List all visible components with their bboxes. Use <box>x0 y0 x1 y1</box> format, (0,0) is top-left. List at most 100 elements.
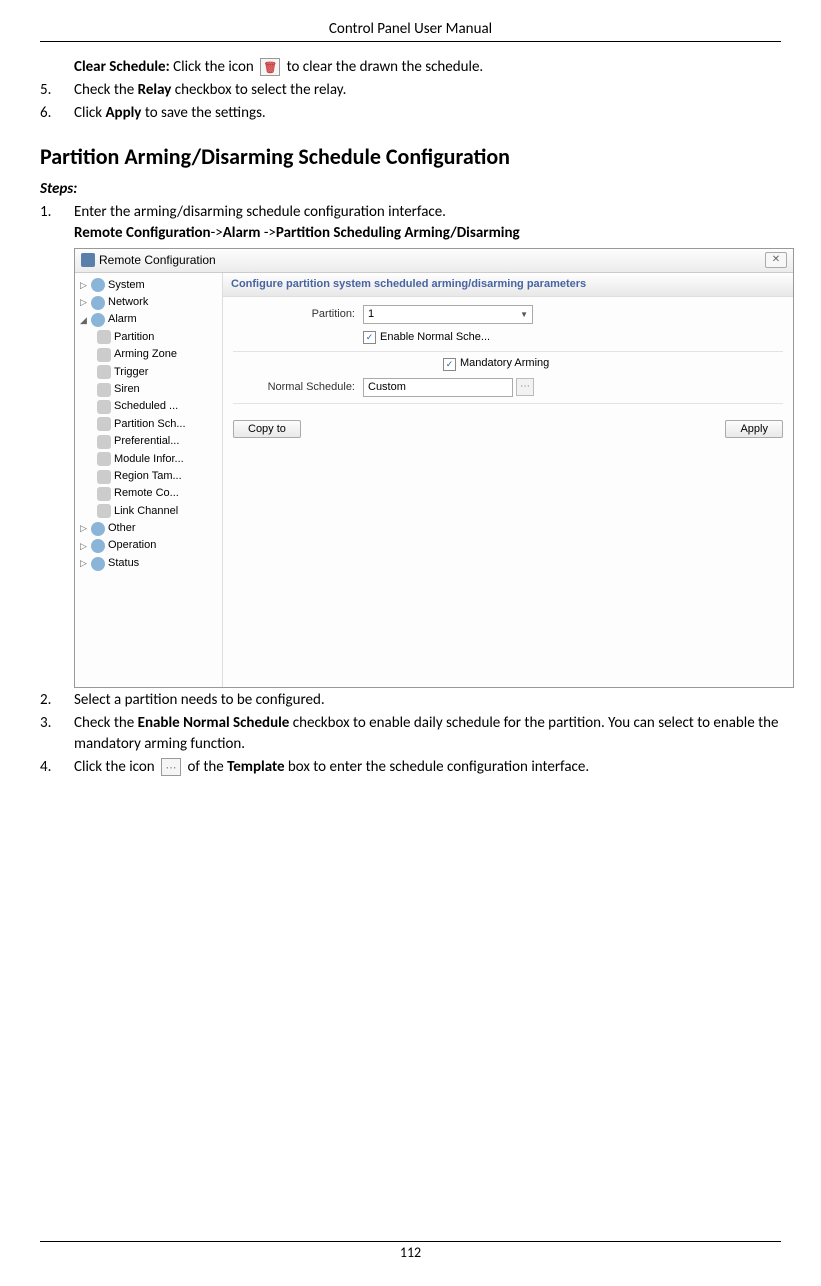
p3-bold: Enable Normal Schedule <box>138 714 290 732</box>
globe-icon <box>91 557 105 571</box>
tree-partition-label: Partition <box>114 330 154 345</box>
p1-sep1: -> <box>211 224 223 242</box>
tree-operation[interactable]: ▷Operation <box>77 537 220 554</box>
p4-b: of the <box>184 758 227 776</box>
p1-bold1: Remote Configuration <box>74 224 211 242</box>
p1-line1: Enter the arming/disarming schedule conf… <box>74 202 781 223</box>
tree-link-channel[interactable]: Link Channel <box>77 503 220 520</box>
checkbox-icon: ✓ <box>443 358 456 371</box>
partition-dropdown[interactable]: 1 ▼ <box>363 305 533 324</box>
p4-a: Click the icon <box>74 758 158 776</box>
tree-module-infor-label: Module Infor... <box>114 452 184 467</box>
p4-bold: Template <box>227 758 284 776</box>
partition-step-1: 1. Enter the arming/disarming schedule c… <box>40 202 781 244</box>
remote-configuration-window: Remote Configuration ✕ ▷System ▷Network … <box>74 248 794 688</box>
tree-operation-label: Operation <box>108 538 156 553</box>
partition-row: Partition: 1 ▼ <box>233 305 783 324</box>
tree-scheduled[interactable]: Scheduled ... <box>77 398 220 415</box>
tree-partition[interactable]: Partition <box>77 329 220 346</box>
p4-num: 4. <box>40 757 74 778</box>
clear-schedule-line: Clear Schedule: Click the icon 🗑 to clea… <box>74 57 781 78</box>
step-5-bold: Relay <box>138 81 172 99</box>
p2-text: Select a partition needs to be configure… <box>74 690 781 711</box>
p1-sep2: -> <box>260 224 275 242</box>
enable-normal-row: ✓ Enable Normal Sche... <box>233 330 783 345</box>
tree-status-label: Status <box>108 556 139 571</box>
normal-schedule-value: Custom <box>368 380 406 395</box>
tree-region-tam[interactable]: Region Tam... <box>77 468 220 485</box>
apply-button[interactable]: Apply <box>725 420 783 438</box>
config-icon: ⋯ <box>161 758 181 776</box>
partition-step-4: 4. Click the icon ⋯ of the Template box … <box>40 757 781 778</box>
mandatory-label: Mandatory Arming <box>460 356 549 371</box>
tree-partition-sch-label: Partition Sch... <box>114 417 186 432</box>
close-button[interactable]: ✕ <box>765 252 787 268</box>
page-header: Control Panel User Manual <box>40 20 781 42</box>
globe-icon <box>91 313 105 327</box>
section-heading: Partition Arming/Disarming Schedule Conf… <box>40 142 781 173</box>
globe-icon <box>91 296 105 310</box>
p3-a: Check the <box>74 714 138 732</box>
enable-normal-checkbox[interactable]: ✓ Enable Normal Sche... <box>363 330 490 345</box>
p1-nav: Remote Configuration->Alarm ->Partition … <box>74 223 781 244</box>
gear-icon <box>97 417 111 431</box>
mandatory-checkbox[interactable]: ✓ Mandatory Arming <box>443 356 549 371</box>
gear-icon <box>97 487 111 501</box>
tree-scheduled-label: Scheduled ... <box>114 399 178 414</box>
tree-network-label: Network <box>108 295 148 310</box>
main-panel: Configure partition system scheduled arm… <box>223 273 793 687</box>
tree-partition-sch[interactable]: Partition Sch... <box>77 416 220 433</box>
trash-icon: 🗑 <box>260 58 280 76</box>
tree-arming-zone-label: Arming Zone <box>114 347 177 362</box>
window-title: Remote Configuration <box>99 252 216 269</box>
gear-icon <box>97 452 111 466</box>
partition-step-3: 3. Check the Enable Normal Schedule chec… <box>40 713 781 755</box>
tree-alarm-label: Alarm <box>108 312 137 327</box>
tree-trigger[interactable]: Trigger <box>77 364 220 381</box>
tree-arming-zone[interactable]: Arming Zone <box>77 346 220 363</box>
partition-step-2: 2. Select a partition needs to be config… <box>40 690 781 711</box>
tree-remote-co-label: Remote Co... <box>114 486 179 501</box>
partition-label: Partition: <box>233 307 363 322</box>
clear-schedule-label: Clear Schedule: <box>74 58 170 76</box>
partition-value: 1 <box>368 307 374 322</box>
p1-num: 1. <box>40 202 74 244</box>
p3-num: 3. <box>40 713 74 755</box>
step-6-b: to save the settings. <box>141 104 265 122</box>
tree-other[interactable]: ▷Other <box>77 520 220 537</box>
step-6-bold: Apply <box>105 104 141 122</box>
tree-network[interactable]: ▷Network <box>77 294 220 311</box>
divider <box>233 403 783 404</box>
clear-text-a: Click the icon <box>170 58 257 76</box>
normal-schedule-dropdown[interactable]: Custom <box>363 378 513 397</box>
tree-siren[interactable]: Siren <box>77 381 220 398</box>
p2-num: 2. <box>40 690 74 711</box>
copy-to-button[interactable]: Copy to <box>233 420 301 438</box>
globe-icon <box>91 522 105 536</box>
tree-system[interactable]: ▷System <box>77 277 220 294</box>
step-5-a: Check the <box>74 81 138 99</box>
page-number: 112 <box>40 1241 781 1261</box>
tree-status[interactable]: ▷Status <box>77 555 220 572</box>
globe-icon <box>91 539 105 553</box>
step-5-num: 5. <box>40 80 74 101</box>
template-config-icon[interactable]: ⋯ <box>516 378 534 396</box>
tree-preferential[interactable]: Preferential... <box>77 433 220 450</box>
tree-alarm[interactable]: ◢Alarm <box>77 311 220 328</box>
checkbox-icon: ✓ <box>363 331 376 344</box>
window-titlebar: Remote Configuration ✕ <box>75 249 793 273</box>
tree-system-label: System <box>108 278 145 293</box>
tree-module-infor[interactable]: Module Infor... <box>77 451 220 468</box>
tree-remote-co[interactable]: Remote Co... <box>77 485 220 502</box>
tree-link-channel-label: Link Channel <box>114 504 178 519</box>
window-icon <box>81 253 95 267</box>
enable-normal-label: Enable Normal Sche... <box>380 330 490 345</box>
p1-bold2: Alarm <box>223 224 261 242</box>
step-6-num: 6. <box>40 103 74 124</box>
tree-panel: ▷System ▷Network ◢Alarm Partition Arming… <box>75 273 223 687</box>
mandatory-row: ✓ Mandatory Arming <box>233 356 783 371</box>
gear-icon <box>97 383 111 397</box>
gear-icon <box>97 435 111 449</box>
normal-schedule-row: Normal Schedule: Custom ⋯ <box>233 378 783 397</box>
gear-icon <box>97 504 111 518</box>
